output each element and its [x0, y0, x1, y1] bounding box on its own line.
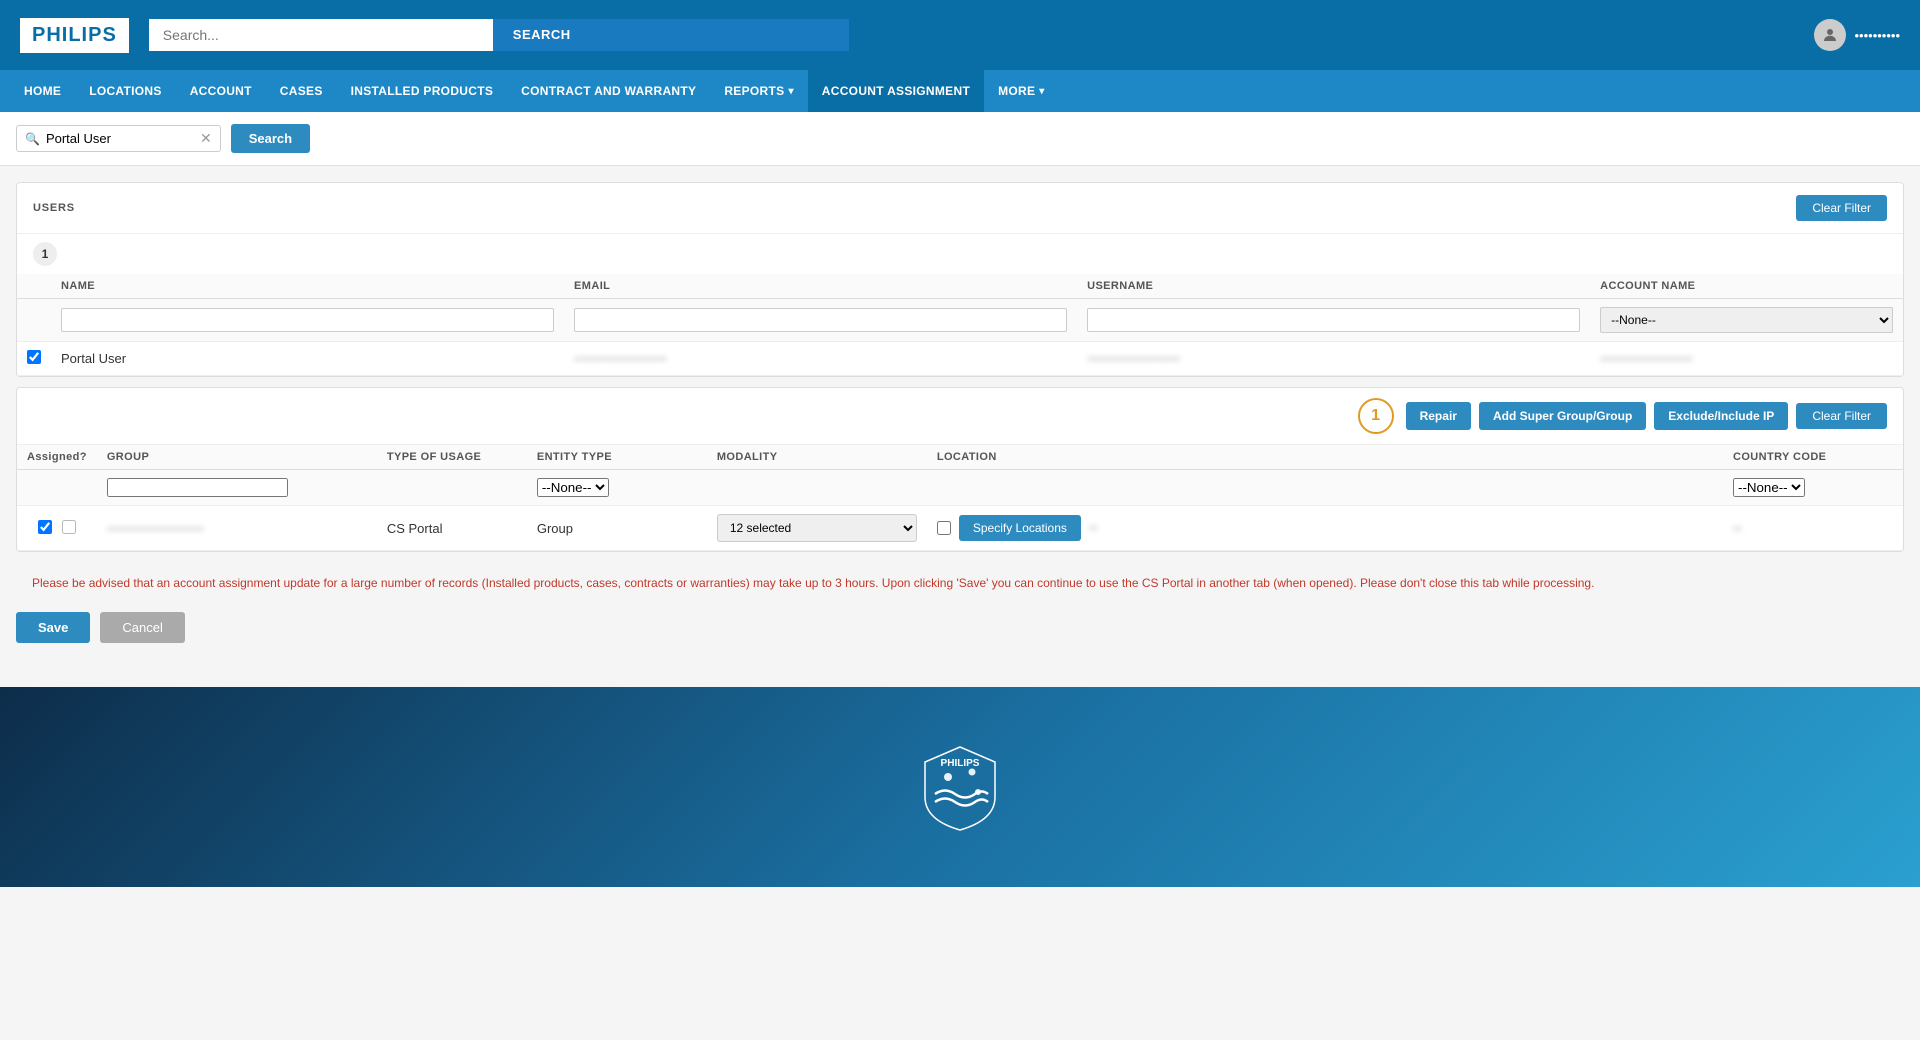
nav-locations[interactable]: LOCATIONS [75, 70, 175, 112]
col-assigned-header: Assigned? [17, 445, 97, 470]
users-section-title: USERS [33, 202, 75, 214]
footer-logo: PHILIPS [920, 742, 1000, 832]
location-value: •• [1089, 521, 1097, 535]
notice-text: Please be advised that an account assign… [16, 562, 1904, 604]
assignment-table-row: ••••••••••••••••••••••• CS Portal Group … [17, 506, 1903, 551]
main-content: USERS Clear Filter 1 NAME EMAIL USERNAME… [0, 166, 1920, 667]
col-modality-header: MODALITY [707, 445, 927, 470]
save-button[interactable]: Save [16, 612, 90, 643]
nav-cases[interactable]: CASES [266, 70, 337, 112]
col-location-header: LOCATION [927, 445, 1723, 470]
user-email-cell: •••••••••••••••••••••• [574, 352, 666, 366]
col-type-header: TYPE OF USAGE [377, 445, 527, 470]
assignment-count-badge: 1 [1358, 398, 1394, 434]
location-cell: Specify Locations •• [937, 515, 1713, 541]
modality-dropdown: 12 selected [717, 514, 917, 542]
search-icon: 🔍 [25, 132, 40, 146]
users-section-header: USERS Clear Filter [17, 183, 1903, 234]
nav-contract-warranty[interactable]: CONTRACT AND WARRANTY [507, 70, 710, 112]
col-account-header: ACCOUNT NAME [1590, 274, 1903, 299]
global-search-input[interactable] [149, 19, 493, 51]
more-chevron-icon: ▾ [1039, 86, 1044, 97]
assignment-clear-filter-button[interactable]: Clear Filter [1796, 403, 1887, 429]
nav-installed-products[interactable]: INSTALLED PRODUCTS [337, 70, 508, 112]
action-row: Save Cancel [16, 604, 1904, 651]
nav-home[interactable]: HOME [10, 70, 75, 112]
add-super-group-button[interactable]: Add Super Group/Group [1479, 402, 1646, 430]
col-username-header: USERNAME [1077, 274, 1590, 299]
search-input-wrap: 🔍 ✕ [16, 125, 221, 152]
country-code-cell: •• [1733, 522, 1741, 536]
table-row: Portal User •••••••••••••••••••••• •••••… [17, 342, 1903, 376]
user-name-cell: Portal User [51, 342, 564, 376]
nav-account[interactable]: ACCOUNT [176, 70, 266, 112]
email-filter-input[interactable] [574, 308, 1067, 332]
specify-locations-button[interactable]: Specify Locations [959, 515, 1081, 541]
assignment-row-checkbox[interactable] [38, 520, 52, 534]
nav-bar: HOME LOCATIONS ACCOUNT CASES INSTALLED P… [0, 70, 1920, 112]
modality-select[interactable]: 12 selected [717, 514, 917, 542]
nav-more[interactable]: MORE ▾ [984, 70, 1059, 112]
assignment-table: Assigned? GROUP TYPE OF USAGE ENTITY TYP… [17, 445, 1903, 551]
col-entity-header: ENTITY TYPE [527, 445, 707, 470]
assignment-section: 1 Repair Add Super Group/Group Exclude/I… [16, 387, 1904, 552]
nav-reports[interactable]: REPORTS ▾ [710, 70, 807, 112]
user-account-cell: •••••••••••••••••••••• [1600, 352, 1692, 366]
col-checkbox-header [17, 274, 51, 299]
search-input[interactable] [46, 131, 196, 146]
entity-type-cell: Group [527, 506, 707, 551]
reports-chevron-icon: ▾ [788, 86, 793, 97]
assignment-row-checkbox2[interactable] [62, 520, 76, 534]
user-username-cell: •••••••••••••••••••••• [1087, 352, 1179, 366]
philips-logo: PHILIPS [20, 18, 129, 53]
top-header: PHILIPS SEARCH •••••••••• [0, 0, 1920, 70]
global-search-bar: SEARCH [149, 19, 849, 51]
col-email-header: EMAIL [564, 274, 1077, 299]
header-user: •••••••••• [1814, 19, 1900, 51]
user-avatar [1814, 19, 1846, 51]
col-country-header: COUNTRY CODE [1723, 445, 1903, 470]
nav-account-assignment[interactable]: ACCOUNT ASSIGNMENT [808, 70, 984, 112]
philips-shield-icon: PHILIPS [920, 742, 1000, 832]
global-search-button[interactable]: SEARCH [493, 19, 849, 51]
account-filter-select[interactable]: --None-- [1600, 307, 1893, 333]
exclude-include-button[interactable]: Exclude/Include IP [1654, 402, 1788, 430]
row-checkbox[interactable] [27, 350, 41, 364]
location-checkbox[interactable] [937, 521, 951, 535]
user-name: •••••••••• [1854, 28, 1900, 43]
username-filter-input[interactable] [1087, 308, 1580, 332]
users-count-badge: 1 [33, 242, 57, 266]
group-cell: ••••••••••••••••••••••• [107, 522, 204, 536]
svg-text:PHILIPS: PHILIPS [941, 758, 980, 769]
search-row: 🔍 ✕ Search [0, 112, 1920, 166]
footer: PHILIPS [0, 687, 1920, 887]
clear-search-icon[interactable]: ✕ [200, 130, 212, 147]
repair-button[interactable]: Repair [1406, 402, 1471, 430]
group-filter-input[interactable] [107, 478, 288, 497]
assignment-toolbar: 1 Repair Add Super Group/Group Exclude/I… [17, 388, 1903, 445]
users-clear-filter-button[interactable]: Clear Filter [1796, 195, 1887, 221]
name-filter-input[interactable] [61, 308, 554, 332]
logo-text: PHILIPS [32, 24, 117, 47]
users-table: NAME EMAIL USERNAME ACCOUNT NAME --None-… [17, 274, 1903, 376]
users-section: USERS Clear Filter 1 NAME EMAIL USERNAME… [16, 182, 1904, 377]
entity-filter-select[interactable]: --None-- [537, 478, 609, 497]
col-group-header: GROUP [97, 445, 377, 470]
cancel-button[interactable]: Cancel [100, 612, 184, 643]
col-name-header: NAME [51, 274, 564, 299]
search-button[interactable]: Search [231, 124, 310, 153]
type-of-usage-cell: CS Portal [377, 506, 527, 551]
country-filter-select[interactable]: --None-- [1733, 478, 1805, 497]
